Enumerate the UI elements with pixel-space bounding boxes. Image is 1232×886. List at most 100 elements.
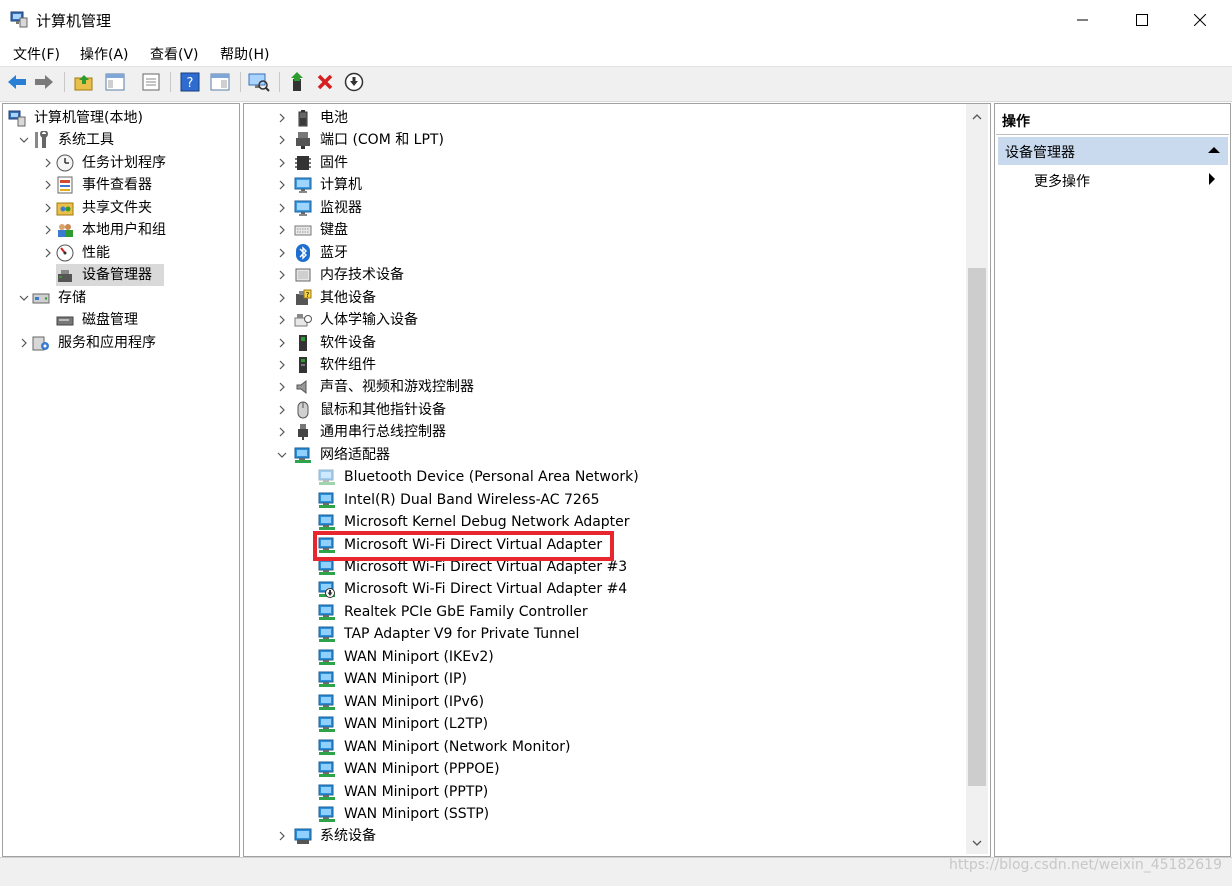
up-level-button[interactable]	[73, 71, 95, 93]
chevron-right-icon[interactable]	[276, 152, 288, 174]
chevron-right-icon[interactable]	[276, 197, 288, 219]
chevron-right-icon[interactable]	[276, 287, 288, 309]
tree-item-label: 键盘	[320, 222, 348, 239]
memory-icon	[295, 268, 311, 282]
minimize-button[interactable]	[1060, 0, 1106, 40]
export-list-button[interactable]	[140, 71, 162, 93]
watermark-text: https://blog.csdn.net/weixin_45182619	[948, 857, 1222, 873]
network-adapter-icon	[318, 492, 335, 508]
speaker-icon	[296, 380, 307, 395]
tree-item-label: 系统工具	[58, 132, 114, 149]
scrollbar-thumb[interactable]	[968, 268, 986, 786]
more-actions-item[interactable]: 更多操作	[998, 169, 1228, 193]
network-adapter-icon	[318, 806, 335, 822]
scan-hardware-button[interactable]	[248, 71, 270, 93]
tree-item-label: 端口 (COM 和 LPT)	[320, 132, 444, 149]
minimize-icon	[1077, 19, 1088, 21]
chevron-right-icon[interactable]	[276, 129, 288, 151]
submenu-right-triangle-icon	[1209, 173, 1215, 185]
tree-item-label: WAN Miniport (IKEv2)	[344, 648, 494, 665]
users-icon	[58, 224, 73, 238]
properties-button[interactable]	[209, 71, 231, 93]
close-button[interactable]	[1177, 0, 1223, 40]
hid-icon	[294, 314, 312, 327]
tree-item-label: WAN Miniport (IPv6)	[344, 693, 485, 710]
keyboard-icon	[294, 225, 312, 236]
bluetooth-icon	[296, 243, 310, 262]
svg-text:?: ?	[187, 76, 194, 91]
uninstall-device-button[interactable]	[314, 71, 336, 93]
chevron-right-icon[interactable]	[42, 219, 54, 241]
chevron-right-icon[interactable]	[276, 376, 288, 398]
network-adapter-icon	[294, 447, 311, 463]
chevron-right-icon[interactable]	[42, 197, 54, 219]
tree-item-label: 内存技术设备	[320, 267, 404, 284]
tree-item-label: Bluetooth Device (Personal Area Network)	[344, 469, 639, 486]
scroll-up-button[interactable]	[969, 110, 985, 124]
chevron-right-icon[interactable]	[276, 332, 288, 354]
actions-title: 操作	[1002, 114, 1030, 130]
title-bar	[0, 0, 1232, 40]
chevron-right-icon[interactable]	[276, 309, 288, 331]
tree-item-label: 声音、视频和游戏控制器	[320, 379, 474, 396]
chevron-right-icon[interactable]	[276, 399, 288, 421]
chevron-right-icon[interactable]	[42, 152, 54, 174]
tree-item-label: TAP Adapter V9 for Private Tunnel	[344, 626, 580, 643]
forward-arrow-icon	[35, 75, 53, 89]
forward-button[interactable]	[33, 71, 55, 93]
battery-icon	[298, 110, 308, 127]
tree-item-label: 磁盘管理	[82, 312, 138, 329]
chevron-down-icon[interactable]	[18, 129, 30, 151]
chevron-right-icon[interactable]	[42, 242, 54, 264]
software-component-icon	[299, 356, 307, 373]
monitor-icon	[294, 200, 312, 216]
tree-item-label: 计算机	[320, 177, 362, 194]
chevron-right-icon[interactable]	[42, 174, 54, 196]
chevron-right-icon[interactable]	[276, 421, 288, 443]
chevron-right-icon[interactable]	[276, 354, 288, 376]
toolbar-separator	[64, 72, 65, 92]
firmware-icon	[295, 155, 311, 170]
network-adapter-icon	[318, 514, 335, 531]
menu-view[interactable]: 查看(V)	[150, 44, 199, 64]
tree-item-label: 人体学输入设备	[320, 312, 418, 329]
chevron-right-icon[interactable]	[276, 174, 288, 196]
actions-header: 操作	[996, 104, 1229, 135]
maximize-button[interactable]	[1119, 0, 1165, 40]
chevron-right-icon[interactable]	[18, 332, 30, 354]
services-icon	[32, 336, 49, 350]
update-driver-button[interactable]	[287, 71, 309, 93]
tree-item-label: 事件查看器	[82, 177, 152, 194]
actions-section-device-manager[interactable]: 设备管理器	[998, 137, 1228, 165]
more-actions-label: 更多操作	[1034, 174, 1090, 190]
tree-item-label: 服务和应用程序	[58, 334, 156, 351]
disable-device-button[interactable]	[343, 71, 365, 93]
monitor-icon	[294, 177, 312, 194]
chevron-right-icon[interactable]	[276, 242, 288, 264]
chevron-right-icon[interactable]	[276, 825, 288, 847]
chevron-right-icon[interactable]	[276, 107, 288, 129]
tree-item-label: WAN Miniport (Network Monitor)	[344, 738, 571, 755]
tree-item-label: 电池	[320, 110, 348, 126]
back-button[interactable]	[6, 71, 28, 93]
chevron-down-icon[interactable]	[276, 444, 288, 466]
tree-item-label: 任务计划程序	[82, 154, 166, 171]
tree-item-label: Intel(R) Dual Band Wireless-AC 7265	[344, 491, 600, 508]
tree-item-label: 鼠标和其他指针设备	[320, 401, 446, 418]
menu-action[interactable]: 操作(A)	[80, 44, 129, 64]
chevron-down-icon[interactable]	[18, 287, 30, 309]
network-adapter-icon	[318, 604, 335, 620]
menu-file[interactable]: 文件(F)	[13, 44, 60, 64]
chevron-right-icon[interactable]	[276, 219, 288, 241]
menu-help[interactable]: 帮助(H)	[220, 44, 269, 64]
show-hide-tree-button[interactable]	[104, 71, 126, 93]
chevron-right-icon[interactable]	[276, 264, 288, 286]
scroll-down-button[interactable]	[969, 836, 985, 850]
help-button[interactable]: ?	[179, 71, 201, 93]
back-arrow-icon	[8, 75, 26, 89]
tree-item-label: 监视器	[320, 199, 362, 216]
tree-item-label: WAN Miniport (PPTP)	[344, 783, 489, 800]
maximize-icon	[1136, 14, 1148, 26]
red-highlight-box	[313, 531, 614, 561]
tree-item-label: Realtek PCIe GbE Family Controller	[344, 603, 588, 620]
